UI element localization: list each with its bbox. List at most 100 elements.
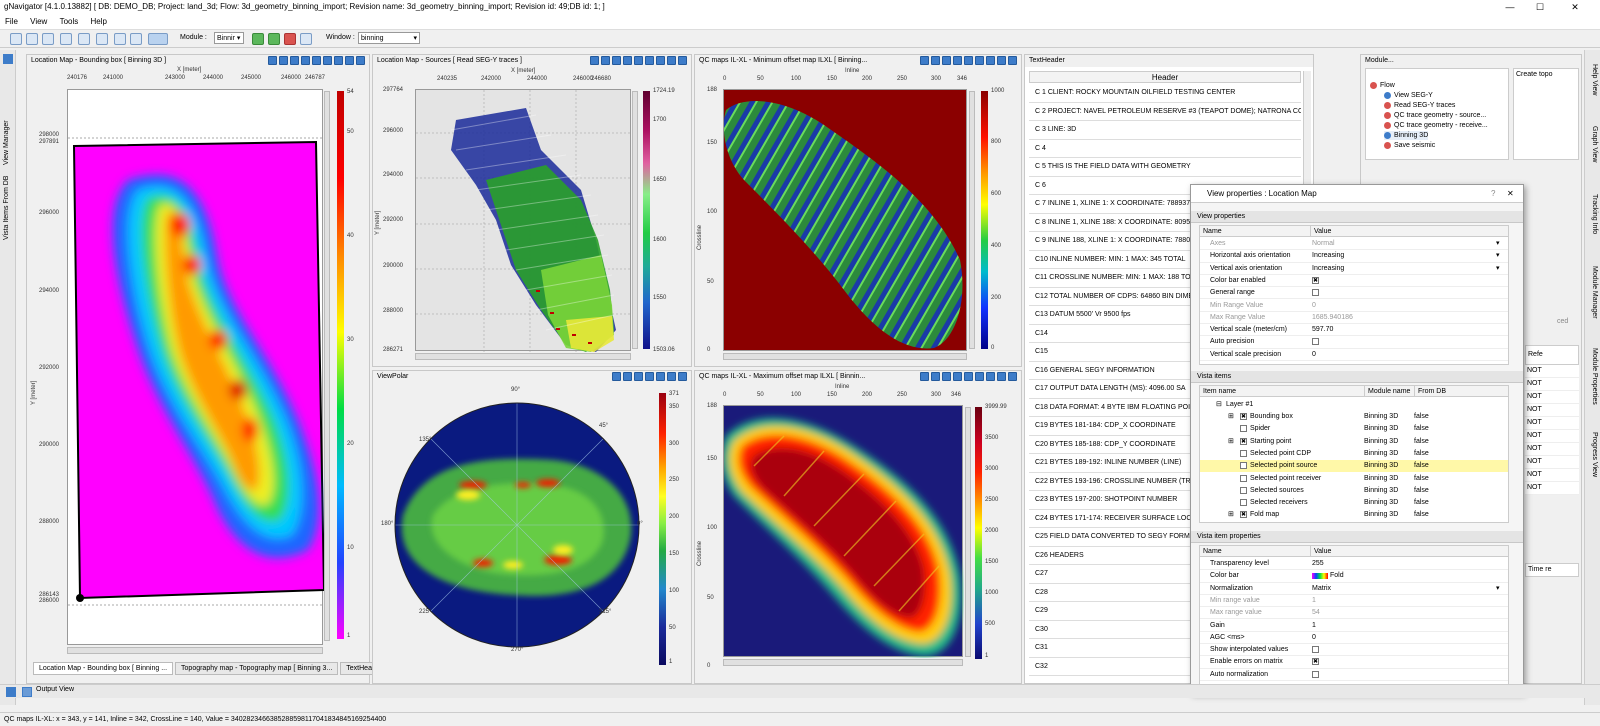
property-row[interactable]: Color bar Fold xyxy=(1200,570,1508,583)
properties-icon[interactable] xyxy=(345,56,354,65)
zoom-in-icon[interactable] xyxy=(590,56,599,65)
zoom-in-icon[interactable] xyxy=(612,372,621,381)
property-row[interactable]: Color bar enabled ✖ xyxy=(1200,275,1508,288)
grid-icon[interactable] xyxy=(964,56,973,65)
section-view-properties[interactable]: View properties xyxy=(1191,211,1523,223)
vertical-scrollbar[interactable] xyxy=(632,91,638,349)
polar-plot[interactable]: 90° 45° 0° 315° 270° 225° 180° 135° xyxy=(373,385,655,683)
print-icon[interactable] xyxy=(334,56,343,65)
property-row[interactable]: Vertical scale (meter/cm) 597.70 xyxy=(1200,324,1508,337)
close-panel-icon[interactable] xyxy=(1008,56,1017,65)
export-icon[interactable] xyxy=(975,372,984,381)
module-select[interactable]: Binnir ▾ xyxy=(214,32,244,44)
vista-item-checkbox[interactable] xyxy=(1240,462,1247,470)
vista-item-row[interactable]: Selected receivers Binning 3D false xyxy=(1200,497,1508,509)
close-panel-icon[interactable] xyxy=(356,56,365,65)
dropdown-arrow-icon[interactable]: ▾ xyxy=(1496,250,1500,262)
zoom-out-icon[interactable] xyxy=(645,372,654,381)
header-row[interactable]: C 4 xyxy=(1029,140,1301,158)
vista-item-row[interactable]: Selected point CDP Binning 3D false xyxy=(1200,448,1508,460)
help-icon[interactable]: ? xyxy=(1491,185,1495,203)
vista-item-checkbox[interactable]: ✖ xyxy=(1240,413,1247,420)
vista-item-row[interactable]: ⊞ ✖ Bounding box Binning 3D false xyxy=(1200,411,1508,423)
new-icon[interactable] xyxy=(10,33,22,45)
header-row[interactable]: C 2 PROJECT: NAVEL PETROLEUM RESERVE #3 … xyxy=(1029,103,1301,121)
tree-item[interactable]: Read SEG-Y traces xyxy=(1384,101,1455,110)
run-step-icon[interactable] xyxy=(268,33,280,45)
vista-item-row[interactable]: ⊞ ✖ Starting point Binning 3D false xyxy=(1200,436,1508,448)
select-icon[interactable] xyxy=(931,372,940,381)
module-properties-tab[interactable]: Module Properties xyxy=(1591,348,1598,405)
print-icon[interactable] xyxy=(656,56,665,65)
module-manager-tab[interactable]: Module Manager xyxy=(1591,266,1598,319)
tree-item[interactable]: QC trace geometry - receive... xyxy=(1384,121,1488,130)
view-manager-tab[interactable]: View Manager xyxy=(3,120,10,165)
minimize-icon[interactable]: — xyxy=(1495,0,1525,14)
vista-item-row[interactable]: Selected sources Binning 3D false xyxy=(1200,485,1508,497)
grid-icon[interactable] xyxy=(964,372,973,381)
tree-item[interactable]: View SEG-Y xyxy=(1384,91,1433,100)
horizontal-scrollbar[interactable] xyxy=(723,353,967,360)
property-row[interactable]: Auto normalization xyxy=(1200,669,1508,681)
property-row[interactable]: Gain 1 xyxy=(1200,620,1508,632)
vista-item-checkbox[interactable] xyxy=(1240,425,1247,433)
horizontal-scrollbar[interactable] xyxy=(67,647,323,654)
zoom-box-icon[interactable] xyxy=(634,372,643,381)
vista-items-tab[interactable]: Vista Items From DB xyxy=(3,176,10,240)
properties-icon[interactable] xyxy=(667,56,676,65)
window-select[interactable]: binning ▾ xyxy=(358,32,420,44)
output-view-label[interactable]: Output View xyxy=(36,686,74,693)
sources-plot[interactable] xyxy=(415,89,632,352)
property-checkbox[interactable] xyxy=(1312,289,1319,297)
close-panel-icon[interactable] xyxy=(1008,372,1017,381)
zoom-in-icon[interactable] xyxy=(920,56,929,65)
menu-help[interactable]: Help xyxy=(85,14,111,30)
properties-icon[interactable] xyxy=(997,372,1006,381)
header-row[interactable]: C 1 CLIENT: ROCKY MOUNTAIN OILFIELD TEST… xyxy=(1029,84,1301,103)
export-icon[interactable] xyxy=(645,56,654,65)
grid-icon[interactable] xyxy=(312,56,321,65)
progress-view-tab[interactable]: Progress View xyxy=(1591,432,1598,477)
help-view-tab[interactable]: Help View xyxy=(1591,64,1598,95)
property-value[interactable]: Increasing xyxy=(1312,263,1344,275)
zoom-out-icon[interactable] xyxy=(953,372,962,381)
menu-file[interactable]: File xyxy=(0,14,23,30)
save-icon[interactable] xyxy=(42,33,54,45)
vista-item-checkbox[interactable] xyxy=(1240,499,1247,507)
min-offset-plot[interactable] xyxy=(723,89,967,351)
tree-item[interactable]: Save seismic xyxy=(1384,141,1435,150)
dropdown-arrow-icon[interactable]: ▾ xyxy=(1496,238,1500,250)
print-icon[interactable] xyxy=(986,372,995,381)
output-toggle-icon[interactable] xyxy=(6,687,16,697)
property-value[interactable]: 1 xyxy=(1312,595,1316,607)
grid-icon[interactable] xyxy=(656,372,665,381)
property-value[interactable]: Fold xyxy=(1330,570,1344,582)
property-value[interactable]: 0 xyxy=(1312,300,1316,312)
window-icon[interactable] xyxy=(60,33,72,45)
vista-item-checkbox[interactable] xyxy=(1240,449,1247,457)
menu-tools[interactable]: Tools xyxy=(55,14,84,30)
zoom-box-icon[interactable] xyxy=(942,56,951,65)
max-offset-plot[interactable] xyxy=(721,405,963,657)
select-icon[interactable] xyxy=(279,56,288,65)
property-value[interactable]: 1685.940186 xyxy=(1312,312,1353,324)
select-icon[interactable] xyxy=(623,372,632,381)
property-value[interactable]: 0 xyxy=(1312,632,1316,644)
zoom-in-icon[interactable] xyxy=(268,56,277,65)
horizontal-scrollbar[interactable] xyxy=(415,353,631,360)
fold-map-plot[interactable] xyxy=(67,89,326,645)
select-icon[interactable] xyxy=(601,56,610,65)
property-checkbox[interactable] xyxy=(1312,338,1319,346)
horizontal-scrollbar[interactable] xyxy=(723,659,963,666)
property-value[interactable]: 597.70 xyxy=(1312,324,1333,336)
run-icon[interactable] xyxy=(252,33,264,45)
header-row[interactable]: C 5 THIS IS THE FIELD DATA WITH GEOMETRY xyxy=(1029,158,1301,177)
refresh-icon[interactable] xyxy=(114,33,126,45)
zoom-out-icon[interactable] xyxy=(953,56,962,65)
property-value[interactable]: 255 xyxy=(1312,558,1324,570)
vista-item-checkbox[interactable] xyxy=(1240,486,1247,494)
layout-icon[interactable] xyxy=(148,33,168,45)
stop-icon[interactable] xyxy=(284,33,296,45)
zoom-out-icon[interactable] xyxy=(623,56,632,65)
dropdown-arrow-icon[interactable]: ▾ xyxy=(1496,263,1500,275)
